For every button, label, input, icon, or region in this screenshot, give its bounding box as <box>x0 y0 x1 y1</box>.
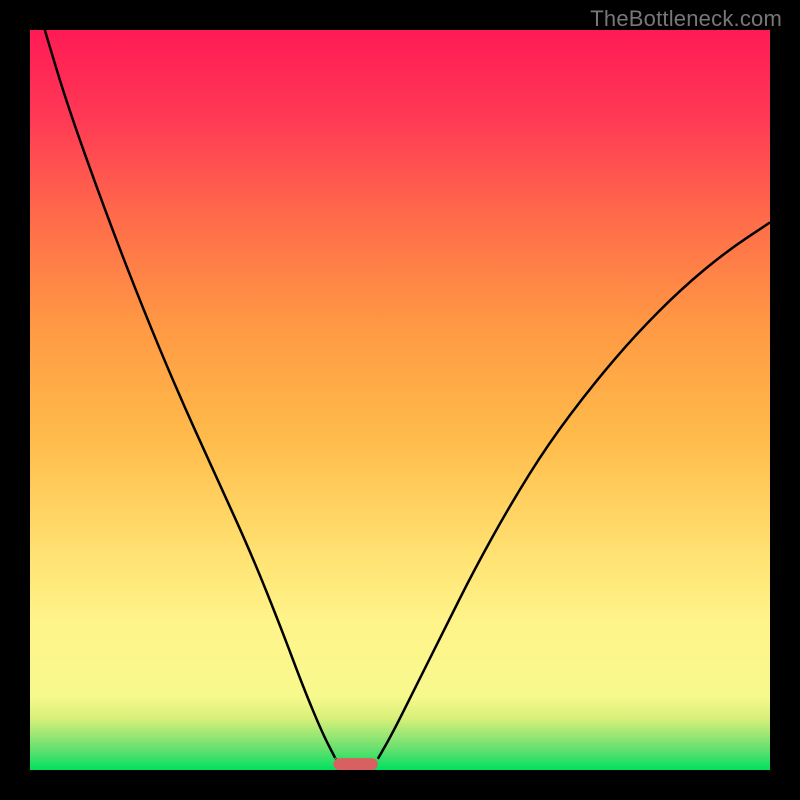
chart-svg <box>30 30 770 770</box>
black-frame: TheBottleneck.com <box>0 0 800 800</box>
gradient-background <box>30 30 770 770</box>
watermark-text: TheBottleneck.com <box>590 6 782 32</box>
chart-plot-area <box>30 30 770 770</box>
bottom-marker <box>333 758 377 770</box>
